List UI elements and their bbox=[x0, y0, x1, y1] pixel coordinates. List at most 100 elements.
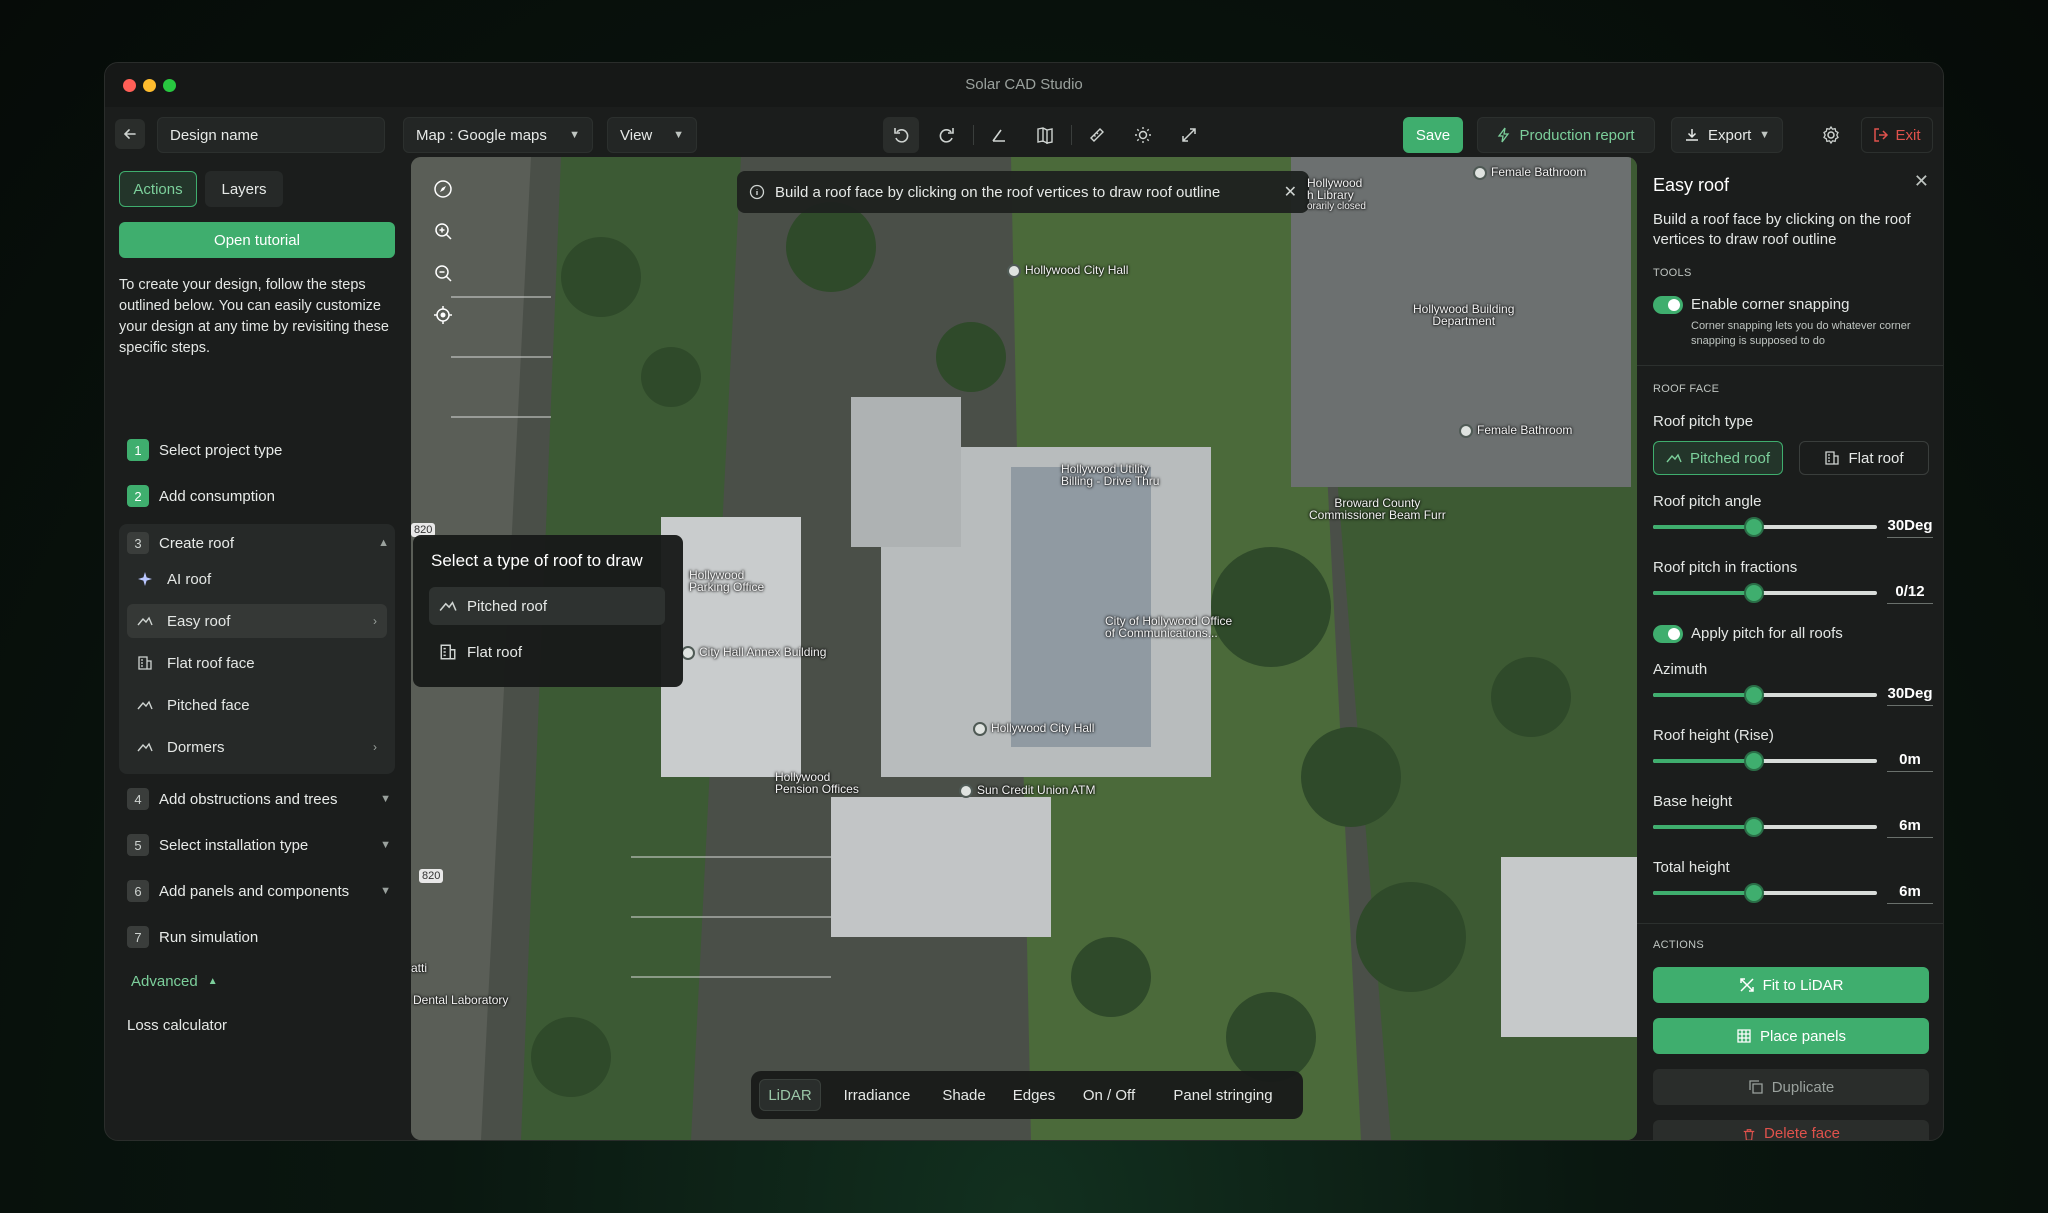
close-icon[interactable]: ✕ bbox=[1284, 182, 1297, 202]
tab-lidar[interactable]: LiDAR bbox=[759, 1079, 821, 1111]
advanced-toggle[interactable]: Advanced ▲ bbox=[131, 973, 218, 990]
zoom-in-button[interactable] bbox=[425, 213, 461, 249]
production-report-label: Production report bbox=[1519, 126, 1635, 144]
total-height-slider[interactable] bbox=[1653, 883, 1877, 903]
fullscreen-button[interactable] bbox=[1171, 117, 1207, 153]
step-select-installation-type[interactable]: 5 Select installation type ▼ bbox=[127, 832, 391, 858]
map-pin-icon bbox=[973, 721, 987, 736]
bolt-icon bbox=[1498, 127, 1510, 143]
info-icon bbox=[749, 184, 765, 200]
slider-thumb[interactable] bbox=[1743, 685, 1764, 705]
view-select-label: View bbox=[620, 126, 653, 144]
flat-roof-option[interactable]: Flat roof bbox=[429, 633, 665, 671]
tab-layers[interactable]: Layers bbox=[205, 171, 283, 207]
roof-height-slider[interactable] bbox=[1653, 751, 1877, 771]
back-button[interactable] bbox=[115, 119, 145, 149]
fit-to-lidar-button[interactable]: Fit to LiDAR bbox=[1653, 967, 1929, 1003]
map-icon bbox=[1037, 127, 1053, 144]
locate-button[interactable] bbox=[425, 297, 461, 333]
pitch-type-label: Roof pitch type bbox=[1653, 413, 1754, 430]
angle-tool-button[interactable] bbox=[981, 117, 1017, 153]
map-canvas[interactable]: Build a roof face by clicking on the roo… bbox=[411, 157, 1637, 1140]
open-tutorial-button[interactable]: Open tutorial bbox=[119, 222, 395, 258]
close-icon[interactable]: ✕ bbox=[1914, 171, 1929, 192]
tab-shade[interactable]: Shade bbox=[933, 1079, 995, 1111]
brightness-button[interactable] bbox=[1125, 117, 1161, 153]
roof-item-ai-roof[interactable]: AI roof bbox=[127, 562, 387, 596]
flat-roof-segment[interactable]: Flat roof bbox=[1799, 441, 1929, 475]
panel-description: Build a roof face by clicking on the roo… bbox=[1653, 211, 1911, 248]
tab-actions[interactable]: Actions bbox=[119, 171, 197, 207]
base-height-value[interactable]: 6m bbox=[1887, 817, 1933, 838]
roof-item-label: Pitched face bbox=[167, 696, 250, 714]
save-button[interactable]: Save bbox=[1403, 117, 1463, 153]
corner-snapping-toggle[interactable] bbox=[1653, 296, 1683, 314]
map-label: City of Hollywood Office of Communicatio… bbox=[1105, 614, 1233, 640]
map-label: Hollywood Building Department bbox=[1413, 302, 1515, 328]
map-label: Hollywood City Hall bbox=[1007, 263, 1128, 278]
step-run-simulation[interactable]: 7 Run simulation bbox=[127, 924, 391, 950]
view-select[interactable]: View ▼ bbox=[607, 117, 697, 153]
tab-edges[interactable]: Edges bbox=[1003, 1079, 1065, 1111]
slider-fill bbox=[1653, 891, 1754, 895]
ruler-tool-button[interactable] bbox=[1079, 117, 1115, 153]
delete-face-button[interactable]: Delete face bbox=[1653, 1120, 1929, 1140]
step-select-project-type[interactable]: 1 Select project type bbox=[127, 437, 391, 463]
map-label: atti bbox=[411, 961, 428, 975]
tab-irradiance[interactable]: Irradiance bbox=[829, 1079, 925, 1111]
intro-text: To create your design, follow the steps … bbox=[119, 277, 389, 356]
step-create-roof[interactable]: 3 Create roof ▲ bbox=[127, 530, 389, 556]
map-tool-button[interactable] bbox=[1027, 117, 1063, 153]
step-add-consumption[interactable]: 2 Add consumption bbox=[127, 483, 391, 509]
place-panels-button[interactable]: Place panels bbox=[1653, 1018, 1929, 1054]
design-name-input[interactable]: Design name bbox=[157, 117, 385, 153]
slider-fill bbox=[1653, 759, 1754, 763]
step-add-panels[interactable]: 6 Add panels and components ▼ bbox=[127, 878, 391, 904]
slider-thumb[interactable] bbox=[1743, 883, 1764, 903]
step-add-obstructions[interactable]: 4 Add obstructions and trees ▼ bbox=[127, 786, 391, 812]
redo-button[interactable] bbox=[929, 117, 965, 153]
roof-pitch-angle-slider[interactable] bbox=[1653, 517, 1877, 537]
azimuth-value[interactable]: 30Deg bbox=[1887, 685, 1933, 706]
divider bbox=[973, 125, 974, 145]
zoom-out-button[interactable] bbox=[425, 255, 461, 291]
pitched-roof-segment[interactable]: Pitched roof bbox=[1653, 441, 1783, 475]
undo-button[interactable] bbox=[883, 117, 919, 153]
roof-pitch-fractions-value[interactable]: 0/12 bbox=[1887, 583, 1933, 604]
settings-button[interactable] bbox=[1813, 117, 1849, 153]
tab-on-off[interactable]: On / Off bbox=[1073, 1079, 1145, 1111]
slider-thumb[interactable] bbox=[1743, 517, 1764, 537]
compass-icon bbox=[434, 180, 452, 198]
roof-height-value[interactable]: 0m bbox=[1887, 751, 1933, 772]
step-label: Add panels and components bbox=[159, 882, 350, 900]
map-pin-icon bbox=[959, 783, 973, 798]
compass-button[interactable] bbox=[425, 171, 461, 207]
apply-pitch-toggle[interactable] bbox=[1653, 625, 1683, 643]
roof-item-dormers[interactable]: Dormers › bbox=[127, 730, 387, 764]
arrow-left-icon bbox=[123, 129, 136, 139]
loss-calculator-link[interactable]: Loss calculator bbox=[127, 1017, 227, 1034]
exit-button[interactable]: Exit bbox=[1861, 117, 1933, 153]
pitched-roof-option[interactable]: Pitched roof bbox=[429, 587, 665, 625]
production-report-button[interactable]: Production report bbox=[1477, 117, 1655, 153]
azimuth-slider[interactable] bbox=[1653, 685, 1877, 705]
map-label: Broward County Commissioner Beam Furr bbox=[1309, 496, 1446, 522]
roof-item-label: Easy roof bbox=[167, 612, 231, 630]
total-height-value[interactable]: 6m bbox=[1887, 883, 1933, 904]
export-label: Export bbox=[1708, 126, 1752, 144]
roof-item-easy-roof[interactable]: Easy roof › bbox=[127, 604, 387, 638]
base-height-slider[interactable] bbox=[1653, 817, 1877, 837]
duplicate-button[interactable]: Duplicate bbox=[1653, 1069, 1929, 1105]
segment-label: Pitched roof bbox=[1689, 449, 1771, 467]
slider-thumb[interactable] bbox=[1743, 817, 1764, 837]
roof-face-heading: ROOF FACE bbox=[1653, 383, 1720, 395]
export-button[interactable]: Export ▼ bbox=[1671, 117, 1783, 153]
roof-pitch-angle-value[interactable]: 30Deg bbox=[1887, 517, 1933, 538]
roof-item-flat-roof-face[interactable]: Flat roof face bbox=[127, 646, 387, 680]
tab-panel-stringing[interactable]: Panel stringing bbox=[1153, 1079, 1293, 1111]
slider-thumb[interactable] bbox=[1743, 751, 1764, 771]
map-select[interactable]: Map : Google maps ▼ bbox=[403, 117, 593, 153]
slider-thumb[interactable] bbox=[1743, 583, 1764, 603]
roof-item-pitched-face[interactable]: Pitched face bbox=[127, 688, 387, 722]
roof-pitch-fractions-slider[interactable] bbox=[1653, 583, 1877, 603]
